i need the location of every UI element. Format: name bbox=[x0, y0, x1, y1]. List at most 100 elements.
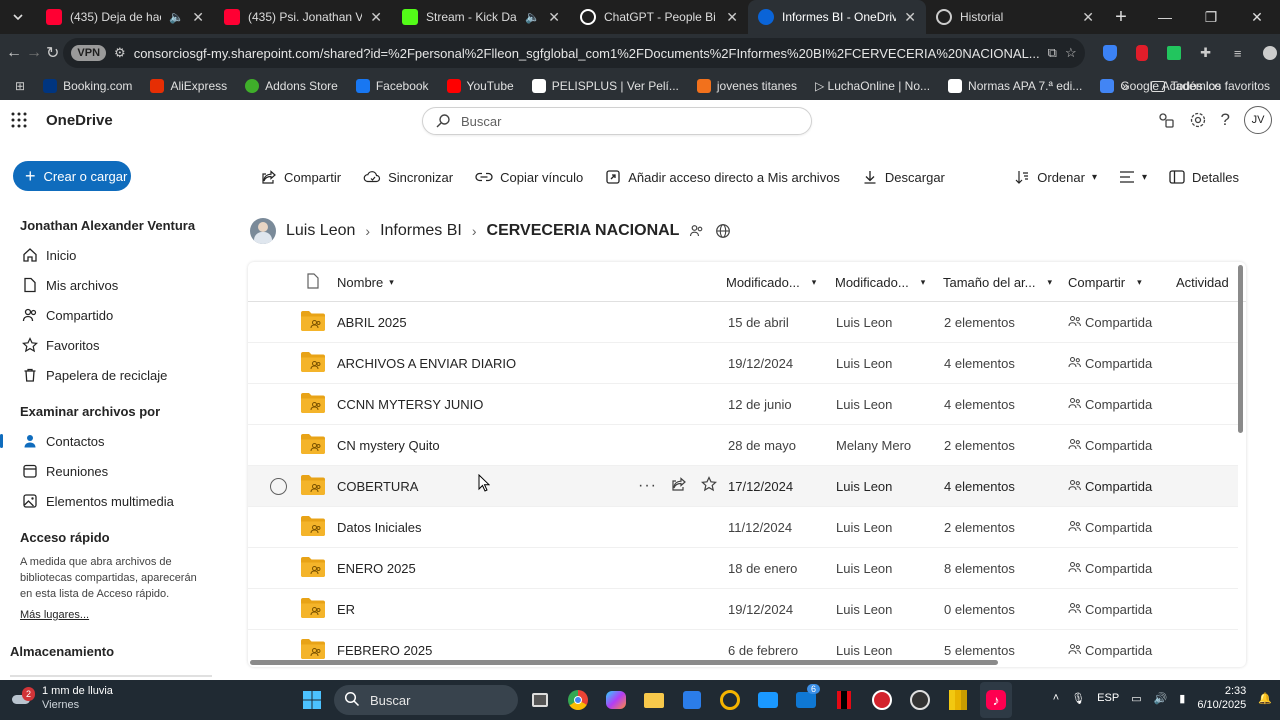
download-button[interactable]: Descargar bbox=[851, 169, 956, 185]
chevron-up-icon[interactable]: ˄ bbox=[1053, 692, 1059, 704]
row-name[interactable]: ENERO 2025 bbox=[337, 561, 416, 576]
windows-start-icon[interactable] bbox=[296, 682, 328, 718]
site-settings-icon[interactable]: ⚙ bbox=[114, 45, 126, 61]
help-icon[interactable]: ? bbox=[1221, 110, 1230, 130]
extensions-puzzle-icon[interactable]: ✚ bbox=[1193, 40, 1219, 66]
row-modified-by[interactable]: Luis Leon bbox=[836, 643, 892, 658]
media-player-icon[interactable] bbox=[904, 682, 936, 718]
row-name[interactable]: Datos Iniciales bbox=[337, 520, 422, 535]
row-sharing[interactable]: Compartida bbox=[1068, 520, 1152, 535]
share-icon[interactable] bbox=[671, 476, 687, 495]
prime-video-icon[interactable] bbox=[752, 682, 784, 718]
nav-item-reuniones[interactable]: Reuniones bbox=[0, 456, 228, 486]
extension-green-icon[interactable] bbox=[1161, 40, 1187, 66]
row-name[interactable]: ARCHIVOS A ENVIAR DIARIO bbox=[337, 356, 516, 371]
create-upload-button[interactable]: + Crear o cargar bbox=[13, 161, 131, 191]
bookmark-item[interactable]: PELISPLUS | Ver Pelí... bbox=[525, 79, 686, 93]
store-icon[interactable] bbox=[676, 682, 708, 718]
taskbar-search[interactable]: Buscar bbox=[334, 685, 518, 715]
bookmark-item[interactable]: ▷ LuchaOnline | No... bbox=[808, 79, 937, 93]
row-name[interactable]: CCNN MYTERSY JUNIO bbox=[337, 397, 483, 412]
table-row[interactable]: ENERO 2025 18 de enero Luis Leon 8 elemento… bbox=[248, 548, 1238, 589]
nav-item-mis-archivos[interactable]: Mis archivos bbox=[0, 270, 228, 300]
sync-button[interactable]: Sincronizar bbox=[352, 169, 464, 185]
nav-item-inicio[interactable]: Inicio bbox=[0, 240, 228, 270]
close-tab-icon[interactable]: ✕ bbox=[370, 9, 382, 26]
install-app-icon[interactable]: ⧉ bbox=[1048, 45, 1057, 61]
row-name[interactable]: COBERTURA bbox=[337, 479, 418, 494]
row-sharing[interactable]: Compartida bbox=[1068, 561, 1152, 576]
horizontal-scrollbar[interactable] bbox=[248, 659, 1246, 667]
close-tab-icon[interactable]: ✕ bbox=[548, 9, 560, 26]
tiktok-icon[interactable]: ♪ bbox=[980, 682, 1012, 718]
row-sharing[interactable]: Compartida bbox=[1068, 397, 1152, 412]
details-button[interactable]: Detalles bbox=[1158, 170, 1250, 185]
table-row[interactable]: ARCHIVOS A ENVIAR DIARIO 19/12/2024 Luis L… bbox=[248, 343, 1238, 384]
forward-button[interactable]: → bbox=[26, 38, 42, 68]
row-modified-by[interactable]: Luis Leon bbox=[836, 315, 892, 330]
bookmark-item[interactable]: Booking.com bbox=[36, 79, 139, 93]
opera-icon[interactable] bbox=[866, 682, 898, 718]
settings-gear-icon[interactable] bbox=[1189, 111, 1207, 129]
speaker-icon[interactable]: 🔈 bbox=[525, 10, 540, 24]
close-tab-icon[interactable]: ✕ bbox=[192, 9, 204, 26]
app-brand[interactable]: OneDrive bbox=[46, 112, 113, 129]
close-tab-icon[interactable]: ✕ bbox=[1082, 9, 1094, 26]
row-sharing[interactable]: Compartida bbox=[1068, 438, 1152, 453]
column-header-size[interactable]: Tamaño del ar... ▾ bbox=[943, 275, 1052, 290]
speaker-icon[interactable]: 🔈 bbox=[169, 10, 184, 24]
nav-item-compartido[interactable]: Compartido bbox=[0, 300, 228, 330]
close-window-icon[interactable]: ✕ bbox=[1234, 0, 1280, 34]
share-feedback-icon[interactable] bbox=[1157, 111, 1175, 129]
more-options-icon[interactable]: ··· bbox=[638, 477, 657, 495]
volume-icon[interactable]: 🔊 bbox=[1154, 692, 1168, 705]
battery-icon[interactable]: ▮ bbox=[1179, 692, 1185, 705]
task-view-icon[interactable] bbox=[524, 682, 556, 718]
row-modified-by[interactable]: Luis Leon bbox=[836, 520, 892, 535]
nav-item-contactos[interactable]: Contactos bbox=[0, 426, 228, 456]
row-modified-by[interactable]: Melany Mero bbox=[836, 438, 911, 453]
notifications-bell-icon[interactable]: 🔔 bbox=[1258, 692, 1272, 705]
close-tab-icon[interactable]: ✕ bbox=[726, 9, 738, 26]
restore-icon[interactable]: ❐ bbox=[1188, 0, 1234, 34]
copilot-icon[interactable] bbox=[600, 682, 632, 718]
column-header-modified[interactable]: Modificado... ▾ bbox=[726, 275, 816, 290]
more-places-link[interactable]: Más lugares... bbox=[20, 609, 89, 621]
table-row[interactable]: CCNN MYTERSY JUNIO 12 de junio Luis Leon 4 … bbox=[248, 384, 1238, 425]
browser-tab[interactable]: (435) Deja de hacer scroll 🔈 ✕ bbox=[36, 0, 214, 34]
netflix-icon[interactable] bbox=[828, 682, 860, 718]
table-row[interactable]: ER 19/12/2024 Luis Leon 0 elementos Comparti… bbox=[248, 589, 1238, 630]
bookmark-item[interactable]: YouTube bbox=[440, 79, 521, 93]
column-header-sharing[interactable]: Compartir ▾ bbox=[1068, 275, 1142, 290]
row-sharing[interactable]: Compartida bbox=[1068, 602, 1152, 617]
power-bi-icon[interactable] bbox=[942, 682, 974, 718]
bookmark-item[interactable]: Addons Store bbox=[238, 79, 345, 93]
row-modified-by[interactable]: Luis Leon bbox=[836, 602, 892, 617]
extension-red-icon[interactable] bbox=[1129, 40, 1155, 66]
url-text[interactable]: consorciosgf-my.sharepoint.com/shared?id… bbox=[134, 46, 1040, 61]
copy-link-button[interactable]: Copiar vínculo bbox=[464, 170, 594, 185]
bookmark-item[interactable]: Normas APA 7.ª edi... bbox=[941, 79, 1089, 93]
close-tab-icon[interactable]: ✕ bbox=[904, 9, 916, 26]
extension-shield-icon[interactable] bbox=[1097, 40, 1123, 66]
table-row[interactable]: Datos Iniciales 11/12/2024 Luis Leon 2 elem… bbox=[248, 507, 1238, 548]
column-header-modified-by[interactable]: Modificado... ▾ bbox=[835, 275, 925, 290]
vpn-badge[interactable]: VPN bbox=[71, 45, 107, 61]
sort-button[interactable]: Ordenar ▾ bbox=[1003, 169, 1108, 185]
profile-icon[interactable] bbox=[1257, 40, 1280, 66]
bookmark-item[interactable]: jovenes titanes bbox=[690, 79, 804, 93]
media-control-icon[interactable]: ≡ bbox=[1225, 40, 1251, 66]
network-icon[interactable]: ▭ bbox=[1131, 692, 1141, 705]
reload-button[interactable]: ↻ bbox=[46, 38, 59, 68]
table-row[interactable]: ABRIL 2025 15 de abril Luis Leon 2 elemento… bbox=[248, 302, 1238, 343]
avatar[interactable]: JV bbox=[1244, 106, 1272, 134]
microphone-icon[interactable]: 🎙 bbox=[1071, 692, 1085, 705]
row-sharing[interactable]: Compartida bbox=[1068, 643, 1152, 658]
browser-tab[interactable]: Historial ✕ bbox=[926, 0, 1104, 34]
address-bar[interactable]: VPN ⚙ consorciosgf-my.sharepoint.com/sha… bbox=[63, 38, 1085, 68]
add-shortcut-button[interactable]: Añadir acceso directo a Mis archivos bbox=[594, 169, 851, 185]
chrome-icon[interactable] bbox=[562, 682, 594, 718]
browser-tab-active[interactable]: Informes BI - OneDrive ✕ bbox=[748, 0, 926, 34]
row-modified-by[interactable]: Luis Leon bbox=[836, 561, 892, 576]
table-row[interactable]: COBERTURA ··· 17/12/2024 Luis Leon 4 element… bbox=[248, 466, 1238, 507]
